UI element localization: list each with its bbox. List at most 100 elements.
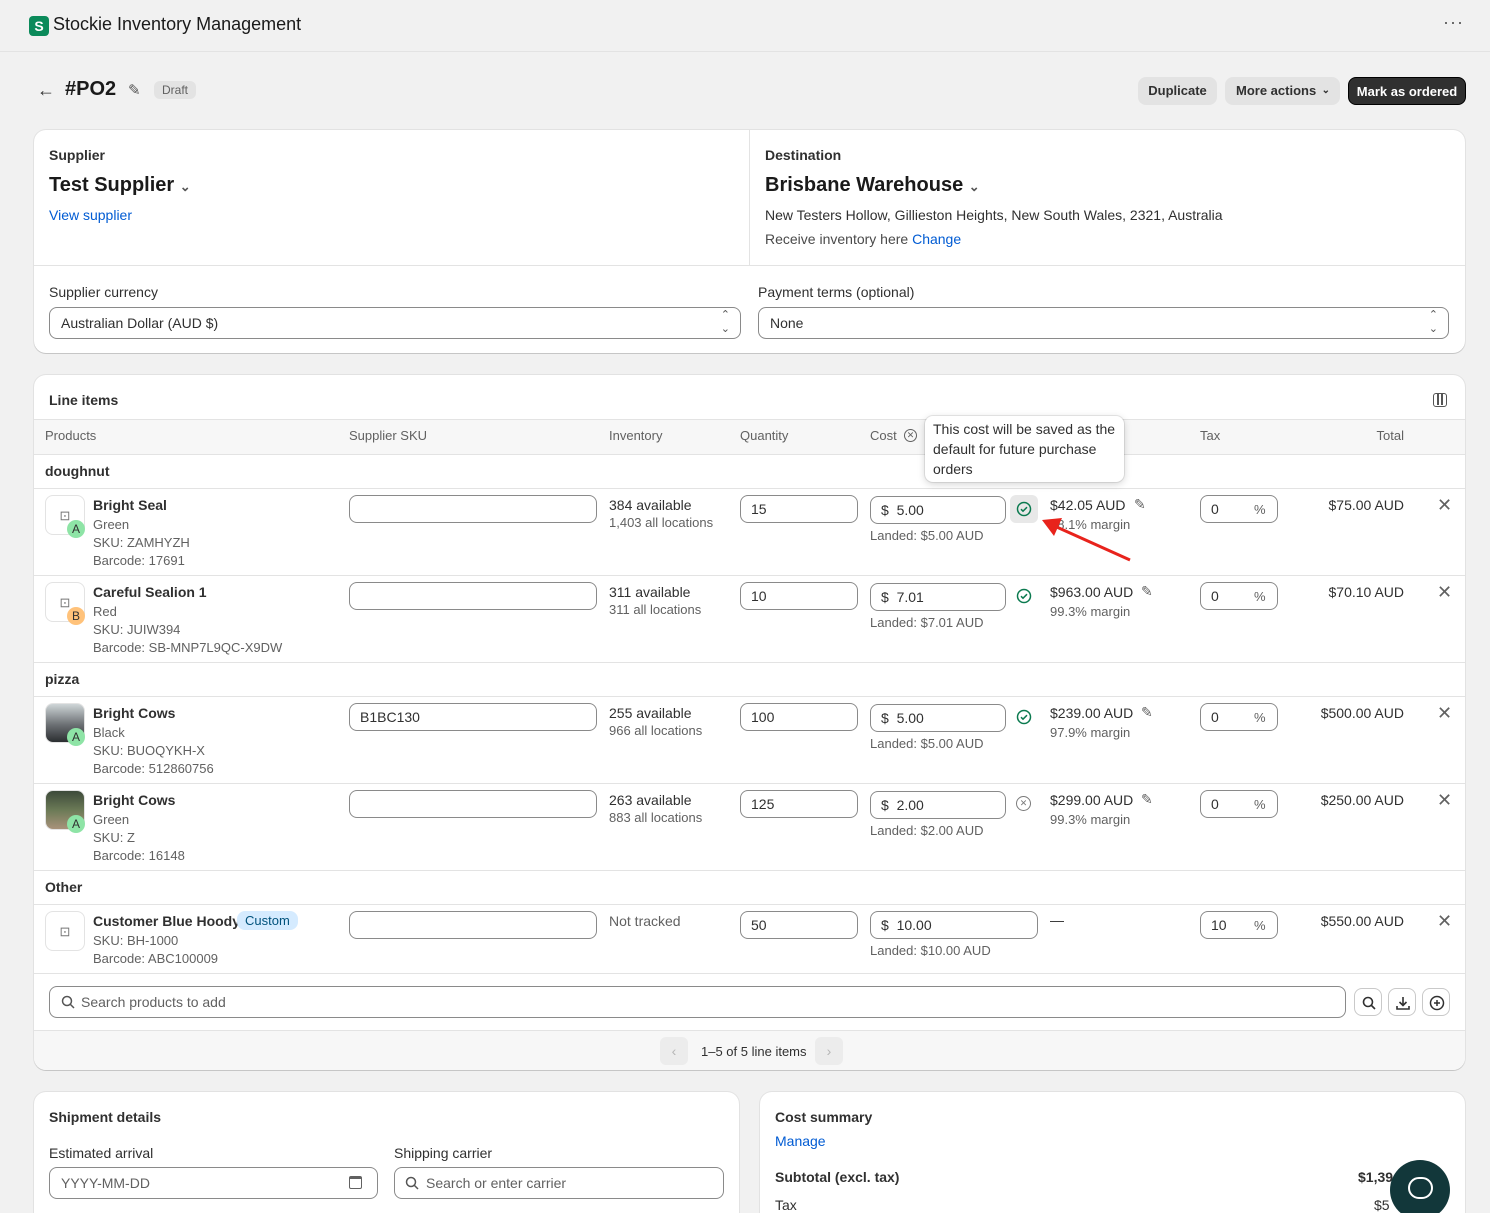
product-name[interactable]: Bright Cows: [93, 792, 175, 808]
tax-value: $5: [1374, 1197, 1390, 1213]
supplier-sku-input[interactable]: [349, 911, 597, 939]
product-name[interactable]: Bright Cows: [93, 705, 175, 721]
remove-line-icon[interactable]: ✕: [1437, 703, 1452, 724]
line-items-title: Line items: [49, 392, 119, 408]
custom-badge: Custom: [237, 911, 298, 930]
row-divider: [34, 783, 1465, 784]
remove-line-icon[interactable]: ✕: [1437, 495, 1452, 516]
row-divider: [34, 454, 1465, 455]
retail-price: —: [1050, 912, 1064, 928]
variant-badge: B: [67, 607, 85, 625]
remove-line-icon[interactable]: ✕: [1437, 790, 1452, 811]
product-name[interactable]: Careful Sealion 1: [93, 584, 207, 600]
product-variant: Green: [93, 517, 130, 532]
chevron-down-icon: ⌄: [1321, 85, 1330, 96]
cost-value: 2.00: [896, 797, 924, 813]
more-options-icon[interactable]: ···: [1443, 12, 1464, 33]
retail-price: $239.00 AUD: [1050, 705, 1134, 721]
manage-costs-link[interactable]: Manage: [775, 1133, 826, 1149]
check-circle-icon[interactable]: [1016, 709, 1032, 725]
inventory-all-locations: 966 all locations: [609, 723, 703, 738]
payment-terms-select[interactable]: None ⌃ ⌄: [758, 307, 1449, 339]
supplier-sku-input[interactable]: B1BC130: [349, 703, 597, 731]
cancel-circle-icon[interactable]: ✕: [1016, 796, 1031, 811]
quantity-input[interactable]: 50: [740, 911, 858, 939]
chevron-down-icon: ⌄: [179, 179, 191, 194]
cost-input[interactable]: $ 5.00: [870, 704, 1006, 732]
annotation-arrow-icon: [1042, 518, 1131, 562]
supplier-sku-input[interactable]: [349, 582, 597, 610]
landed-cost: Landed: $2.00 AUD: [870, 823, 984, 838]
cost-summary-title: Cost summary: [775, 1109, 873, 1125]
edit-title-pencil-icon[interactable]: ✎: [128, 81, 141, 99]
cost-value: 7.01: [896, 589, 924, 605]
cost-input[interactable]: $ 7.01: [870, 583, 1006, 611]
app-topbar: S Stockie Inventory Management ···: [0, 0, 1490, 52]
search-products-input[interactable]: Search products to add: [49, 986, 1346, 1018]
line-total: $75.00 AUD: [1328, 497, 1405, 513]
inventory-available: 311 available: [609, 584, 691, 600]
cost-value: 10.00: [896, 917, 932, 933]
add-custom-item-button[interactable]: [1422, 988, 1450, 1016]
landed-cost: Landed: $5.00 AUD: [870, 528, 984, 543]
inventory-all-locations: 1,403 all locations: [609, 515, 714, 530]
edit-price-pencil-icon[interactable]: ✎: [1141, 704, 1153, 721]
row-divider: [34, 662, 1465, 663]
columns-icon[interactable]: [1433, 393, 1447, 407]
edit-price-pencil-icon[interactable]: ✎: [1141, 583, 1153, 600]
inventory-available: 263 available: [609, 792, 692, 808]
product-sku: SKU: Z: [93, 830, 135, 845]
product-name[interactable]: Customer Blue Hoody: [93, 913, 240, 929]
cost-input[interactable]: $ 5.00: [870, 496, 1006, 524]
view-supplier-link[interactable]: View supplier: [49, 207, 132, 223]
retail-price: $963.00 AUD: [1050, 584, 1134, 600]
supplier-sku-input[interactable]: [349, 790, 597, 818]
quantity-input[interactable]: 125: [740, 790, 858, 818]
inventory-available: Not tracked: [609, 913, 681, 929]
cost-input[interactable]: $ 10.00: [870, 911, 1038, 939]
inventory-all-locations: 311 all locations: [609, 602, 702, 617]
supplier-name[interactable]: Test Supplier ⌄: [49, 174, 191, 197]
retail-price: $42.05 AUD: [1050, 497, 1126, 513]
product-name[interactable]: Bright Seal: [93, 497, 167, 513]
destination-name[interactable]: Brisbane Warehouse ⌄: [765, 174, 980, 197]
quantity-input[interactable]: 10: [740, 582, 858, 610]
next-page-button[interactable]: ›: [815, 1037, 843, 1065]
back-arrow-icon[interactable]: ←: [37, 80, 55, 101]
browse-products-button[interactable]: [1354, 988, 1382, 1016]
help-chat-button[interactable]: [1390, 1160, 1450, 1213]
supplier-currency-select[interactable]: Australian Dollar (AUD $) ⌃ ⌄: [49, 307, 741, 339]
currency-symbol: $: [881, 797, 889, 813]
image-placeholder-icon: ⊡: [45, 911, 85, 951]
chevron-down-icon: ⌄: [968, 179, 980, 194]
change-destination-link[interactable]: Change: [912, 231, 961, 247]
row-divider: [34, 870, 1465, 871]
quantity-input[interactable]: 15: [740, 495, 858, 523]
cost-input[interactable]: $ 2.00: [870, 791, 1006, 819]
shipping-carrier-input[interactable]: Search or enter carrier: [394, 1167, 724, 1199]
check-circle-icon[interactable]: [1016, 588, 1032, 604]
remove-line-icon[interactable]: ✕: [1437, 911, 1452, 932]
estimated-arrival-input[interactable]: YYYY-MM-DD: [49, 1167, 378, 1199]
check-circle-icon: [1016, 501, 1032, 517]
prev-page-button[interactable]: ‹: [660, 1037, 688, 1065]
calendar-icon[interactable]: [349, 1176, 362, 1189]
edit-price-pencil-icon[interactable]: ✎: [1134, 496, 1146, 513]
remove-line-icon[interactable]: ✕: [1437, 582, 1452, 603]
landed-cost: Landed: $7.01 AUD: [870, 615, 984, 630]
quantity-input[interactable]: 100: [740, 703, 858, 731]
margin: 99.3% margin: [1050, 812, 1131, 827]
destination-label: Destination: [765, 147, 842, 163]
mark-as-ordered-button[interactable]: Mark as ordered: [1348, 77, 1466, 105]
supplier-sku-input[interactable]: [349, 495, 597, 523]
import-button[interactable]: [1388, 988, 1416, 1016]
duplicate-button[interactable]: Duplicate: [1138, 77, 1217, 105]
cost-clear-icon[interactable]: ✕: [904, 429, 917, 442]
vertical-divider: [749, 130, 750, 265]
more-actions-button[interactable]: More actions ⌄: [1225, 77, 1340, 105]
edit-price-pencil-icon[interactable]: ✎: [1141, 791, 1153, 808]
line-total: $500.00 AUD: [1320, 705, 1404, 721]
col-cost: Cost: [870, 428, 897, 443]
estimated-arrival-label: Estimated arrival: [49, 1145, 154, 1161]
line-total: $250.00 AUD: [1320, 792, 1404, 808]
